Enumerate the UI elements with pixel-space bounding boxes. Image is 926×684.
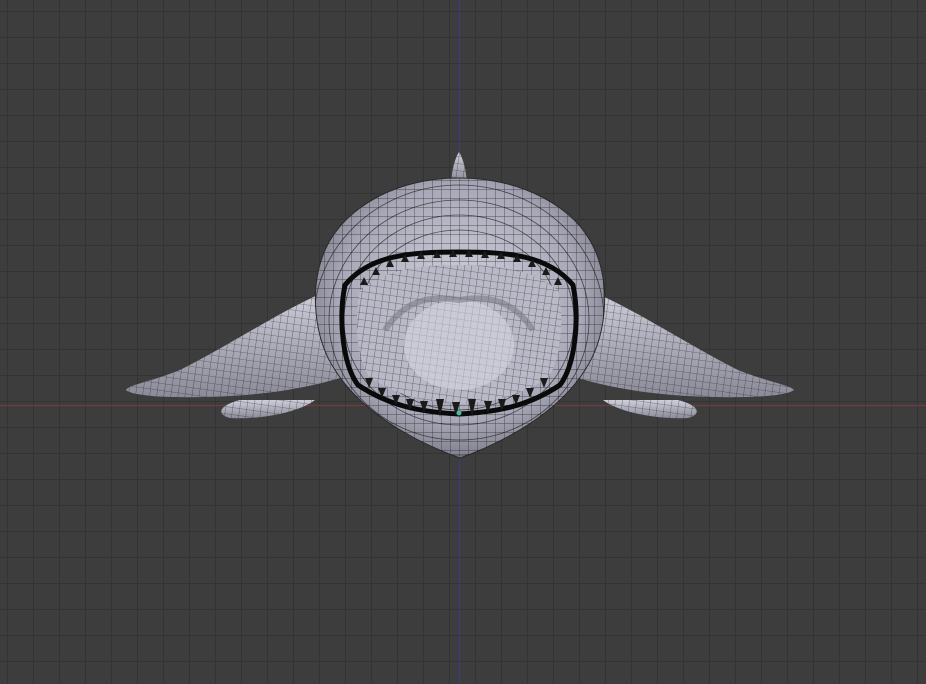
- shark-mesh[interactable]: [0, 0, 926, 684]
- right-pectoral-fin: [578, 290, 794, 419]
- 3d-viewport[interactable]: [0, 0, 926, 684]
- dorsal-fin: [451, 152, 467, 182]
- left-pectoral-fin: [126, 290, 340, 419]
- origin-marker: [456, 410, 462, 416]
